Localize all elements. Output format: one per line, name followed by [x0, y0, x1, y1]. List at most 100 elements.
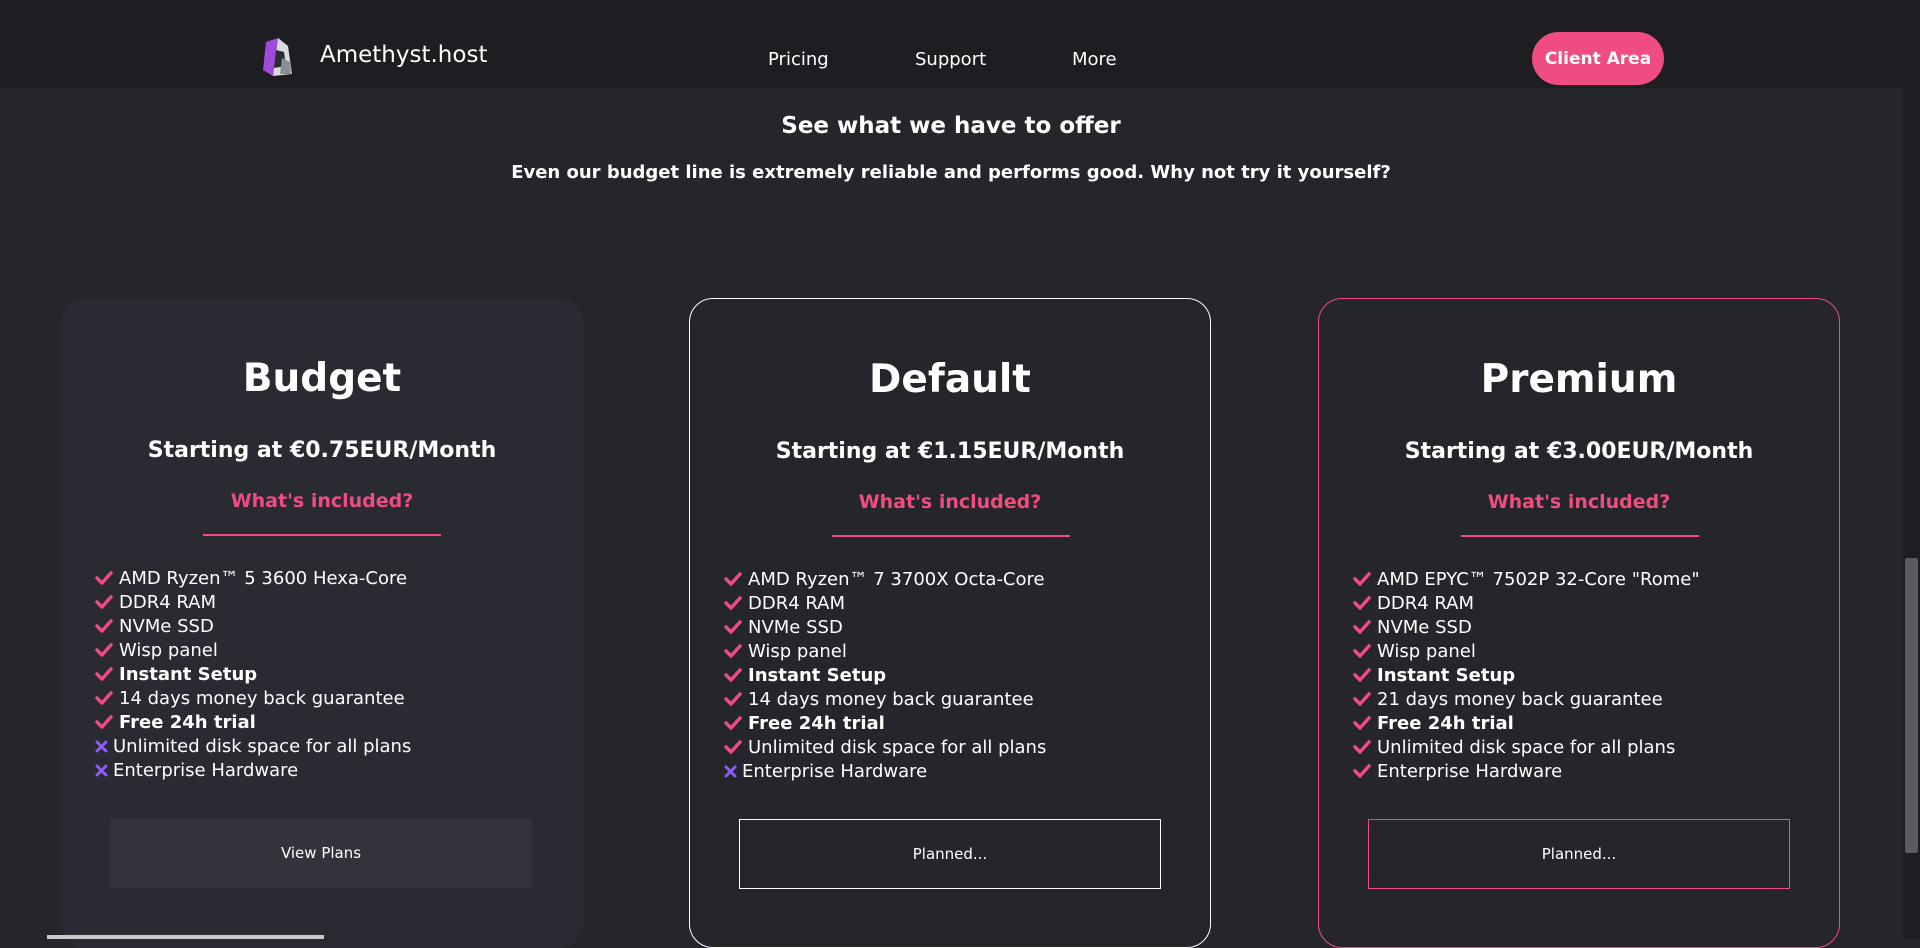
feature-item: Instant Setup	[1353, 663, 1700, 687]
check-icon	[95, 619, 119, 633]
feature-item: Instant Setup	[95, 662, 411, 686]
feature-text: 21 days money back guarantee	[1377, 688, 1663, 710]
check-icon	[724, 692, 748, 706]
cross-icon	[95, 764, 113, 777]
feature-item: Free 24h trial	[95, 710, 411, 734]
plan-card-budget: Budget Starting at €0.75EUR/Month What's…	[61, 298, 583, 948]
feature-text: Instant Setup	[1377, 664, 1516, 686]
plan-price: Starting at €1.15EUR/Month	[775, 439, 1125, 464]
view-plans-button[interactable]: View Plans	[110, 818, 532, 888]
feature-text: AMD Ryzen™ 5 3600 Hexa-Core	[119, 567, 408, 589]
feature-text: Unlimited disk space for all plans	[748, 736, 1047, 758]
feature-text: Enterprise Hardware	[742, 760, 928, 782]
feature-text: NVMe SSD	[748, 616, 843, 638]
feature-text: NVMe SSD	[119, 615, 214, 637]
feature-text: AMD EPYC™ 7502P 32-Core "Rome"	[1377, 568, 1700, 590]
feature-list: AMD EPYC™ 7502P 32-Core "Rome" DDR4 RAM NV…	[1353, 567, 1700, 783]
amethyst-logo-icon[interactable]	[262, 36, 296, 78]
feature-text: Free 24h trial	[1377, 712, 1514, 734]
feature-item: 14 days money back guarantee	[95, 686, 411, 710]
check-icon	[1353, 668, 1377, 682]
plan-title: Premium	[1480, 357, 1678, 402]
feature-text: DDR4 RAM	[1377, 592, 1475, 614]
nav-more[interactable]: More	[1072, 49, 1117, 70]
planned-button[interactable]: Planned...	[1368, 819, 1790, 889]
check-icon	[724, 620, 748, 634]
check-icon	[1353, 716, 1377, 730]
check-icon	[1353, 596, 1377, 610]
feature-item: NVMe SSD	[1353, 615, 1700, 639]
divider	[1461, 535, 1699, 537]
feature-text: Wisp panel	[119, 639, 218, 661]
plan-price: Starting at €0.75EUR/Month	[147, 438, 497, 463]
check-icon	[1353, 692, 1377, 706]
whats-included-label: What's included?	[1487, 491, 1671, 513]
feature-item: NVMe SSD	[724, 615, 1046, 639]
feature-text: 14 days money back guarantee	[119, 687, 405, 709]
plan-card-premium: Premium Starting at €3.00EUR/Month What'…	[1318, 298, 1840, 948]
check-icon	[1353, 644, 1377, 658]
feature-item: DDR4 RAM	[724, 591, 1046, 615]
feature-text: Instant Setup	[119, 663, 258, 685]
check-icon	[724, 572, 748, 586]
feature-text: Enterprise Hardware	[1377, 760, 1563, 782]
feature-item: Wisp panel	[1353, 639, 1700, 663]
feature-item: DDR4 RAM	[1353, 591, 1700, 615]
feature-text: DDR4 RAM	[119, 591, 217, 613]
feature-text: Unlimited disk space for all plans	[1377, 736, 1676, 758]
feature-list: AMD Ryzen™ 5 3600 Hexa-Core DDR4 RAM NVMe …	[95, 566, 411, 782]
feature-item: Free 24h trial	[724, 711, 1046, 735]
horizontal-scrollbar[interactable]	[47, 935, 324, 939]
section-subtitle: Even our budget line is extremely reliab…	[511, 162, 1391, 183]
plan-title: Default	[869, 357, 1031, 402]
feature-text: Wisp panel	[1377, 640, 1476, 662]
feature-item: 14 days money back guarantee	[724, 687, 1046, 711]
feature-item: Unlimited disk space for all plans	[724, 735, 1046, 759]
feature-item: AMD Ryzen™ 7 3700X Octa-Core	[724, 567, 1046, 591]
check-icon	[1353, 620, 1377, 634]
feature-text: Enterprise Hardware	[113, 759, 299, 781]
feature-item: Wisp panel	[724, 639, 1046, 663]
feature-item: Wisp panel	[95, 638, 411, 662]
check-icon	[1353, 740, 1377, 754]
check-icon	[1353, 572, 1377, 586]
cross-icon	[95, 740, 113, 753]
check-icon	[95, 595, 119, 609]
feature-text: Wisp panel	[748, 640, 847, 662]
feature-item: Free 24h trial	[1353, 711, 1700, 735]
feature-item: AMD EPYC™ 7502P 32-Core "Rome"	[1353, 567, 1700, 591]
brand-name[interactable]: Amethyst.host	[320, 42, 487, 68]
feature-text: AMD Ryzen™ 7 3700X Octa-Core	[748, 568, 1045, 590]
feature-item: NVMe SSD	[95, 614, 411, 638]
feature-item: Enterprise Hardware	[724, 759, 1046, 783]
feature-item: Instant Setup	[724, 663, 1046, 687]
navbar: Amethyst.host Pricing Support More Clien…	[0, 12, 1920, 88]
client-area-button[interactable]: Client Area	[1532, 32, 1664, 85]
scrollbar-thumb[interactable]	[1905, 558, 1918, 853]
check-icon	[724, 740, 748, 754]
feature-text: NVMe SSD	[1377, 616, 1472, 638]
feature-item: Unlimited disk space for all plans	[1353, 735, 1700, 759]
feature-item: Enterprise Hardware	[95, 758, 411, 782]
nav-pricing[interactable]: Pricing	[768, 49, 829, 70]
check-icon	[95, 571, 119, 585]
feature-item: DDR4 RAM	[95, 590, 411, 614]
planned-button[interactable]: Planned...	[739, 819, 1161, 889]
divider	[203, 534, 441, 536]
top-strip	[0, 0, 1920, 12]
check-icon	[95, 643, 119, 657]
feature-item: Unlimited disk space for all plans	[95, 734, 411, 758]
plan-title: Budget	[242, 356, 402, 401]
check-icon	[95, 715, 119, 729]
feature-text: DDR4 RAM	[748, 592, 846, 614]
plan-card-default: Default Starting at €1.15EUR/Month What'…	[689, 298, 1211, 948]
nav-support[interactable]: Support	[915, 49, 986, 70]
check-icon	[724, 716, 748, 730]
section-title: See what we have to offer	[781, 113, 1121, 139]
check-icon	[95, 667, 119, 681]
check-icon	[95, 691, 119, 705]
feature-text: Instant Setup	[748, 664, 887, 686]
feature-item: AMD Ryzen™ 5 3600 Hexa-Core	[95, 566, 411, 590]
whats-included-label: What's included?	[858, 491, 1042, 513]
check-icon	[724, 644, 748, 658]
